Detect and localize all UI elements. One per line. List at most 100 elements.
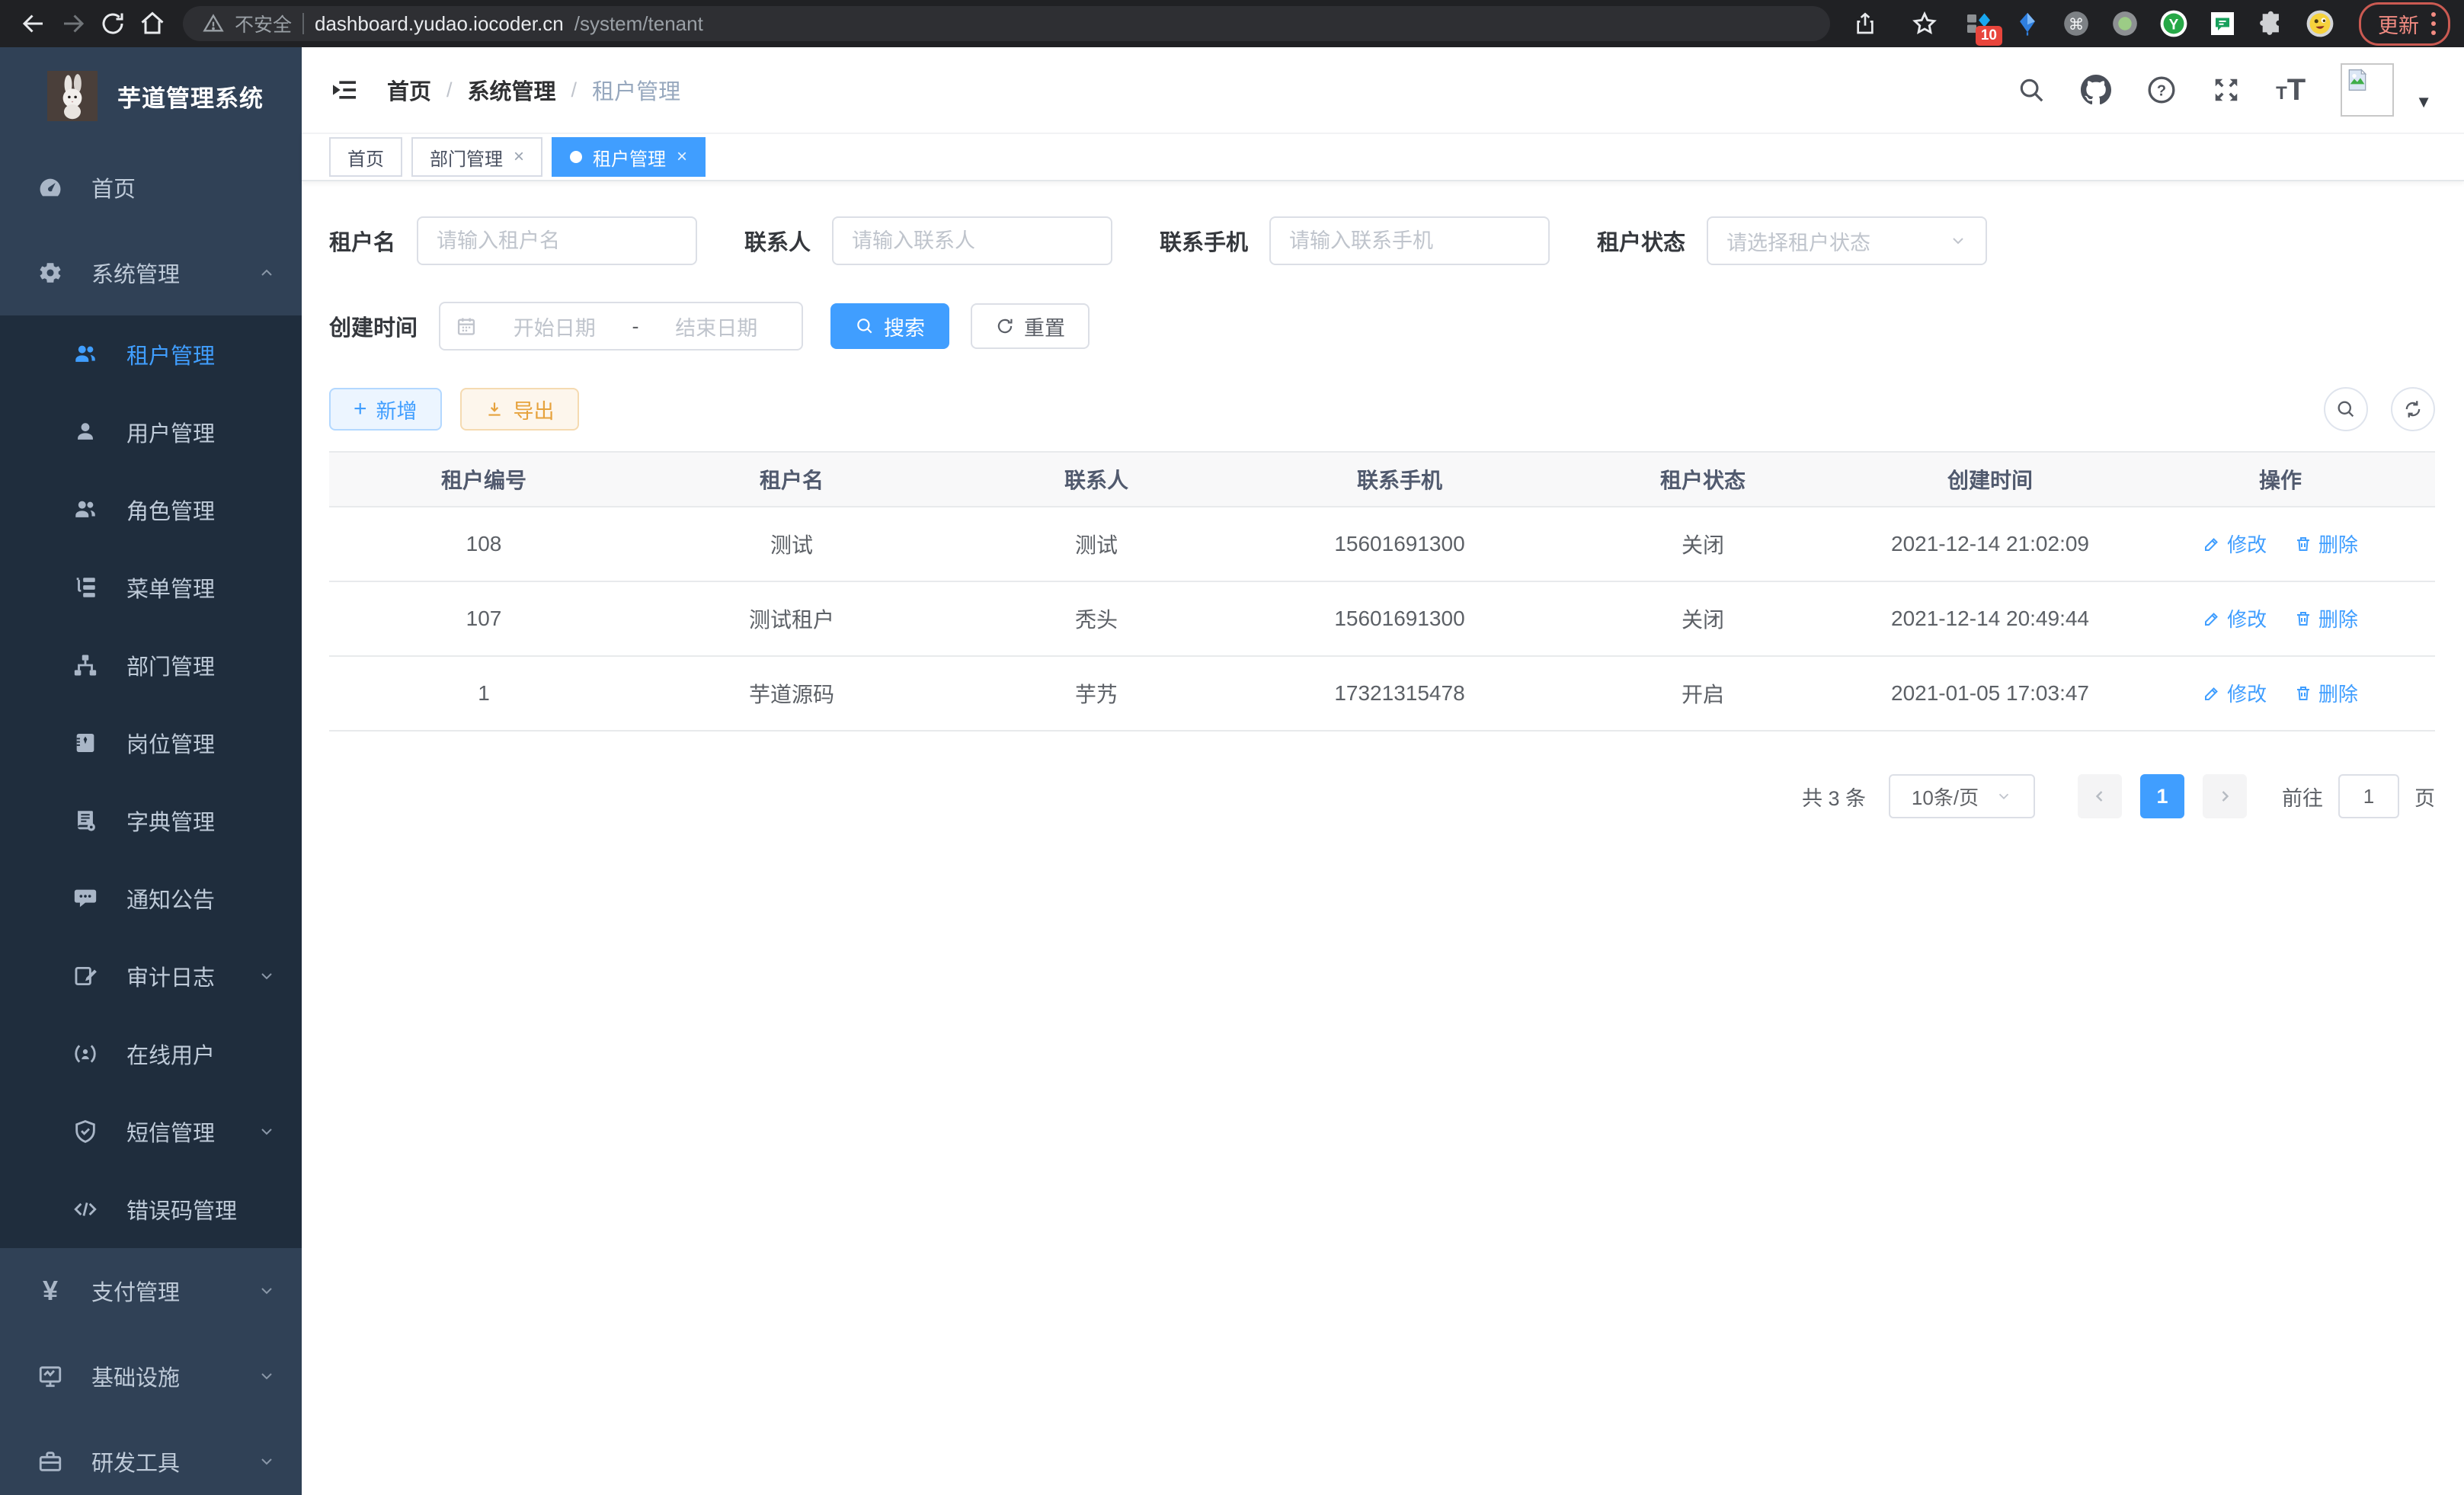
fullscreen-button[interactable] [2212,75,2241,104]
close-icon[interactable]: × [514,148,524,166]
goto-page-input[interactable] [2338,774,2399,818]
sidebar-item-audit-log[interactable]: 审计日志 [0,937,302,1015]
extension-icon-emoji[interactable] [2306,9,2334,38]
contact-input[interactable] [832,216,1112,265]
export-button[interactable]: 导出 [460,388,579,431]
share-icon [1853,11,1877,36]
app-logo-row[interactable]: 芋道管理系统 [0,47,302,145]
caret-down-icon[interactable]: ▼ [2415,92,2432,112]
prev-page-button[interactable] [2078,774,2122,818]
cell-tenant-name: 测试 [638,507,945,581]
sidebar-item-label: 字典管理 [126,805,276,837]
extension-icon-y-green[interactable]: Y [2159,9,2188,38]
breadcrumb-system[interactable]: 系统管理 [468,74,556,106]
help-button[interactable]: ? [2146,75,2177,105]
url-host: dashboard.yudao.iocoder.cn [315,12,564,36]
tab-home[interactable]: 首页 [329,137,402,177]
update-label: 更新 [2378,9,2419,39]
green-dot-icon [2110,9,2139,38]
extension-icon-chat[interactable] [2208,9,2237,38]
breadcrumb: 首页 / 系统管理 / 租户管理 [387,74,680,106]
refresh-table-button[interactable] [2391,387,2435,431]
font-size-button[interactable]: TT [2276,77,2306,103]
github-icon [2081,75,2111,105]
sidebar-item-label: 租户管理 [126,338,276,370]
edit-link[interactable]: 修改 [2203,530,2267,558]
sidebar-item-role[interactable]: 角色管理 [0,471,302,549]
shield-check-icon [70,1119,101,1144]
browser-reload-button[interactable] [93,4,133,43]
close-icon[interactable]: × [677,148,687,166]
sidebar-item-dev-tools[interactable]: 研发工具 [0,1419,302,1495]
tags-view-bar: 首页 部门管理 × 租户管理 × [302,133,2464,181]
browser-menu-icon[interactable] [2431,12,2440,35]
font-size-icon: T [2276,85,2287,103]
sidebar-item-system[interactable]: 系统管理 [0,230,302,315]
tab-tenant[interactable]: 租户管理 × [552,137,706,177]
status-select[interactable]: 请选择租户状态 [1707,216,1987,265]
browser-toolbar: 不安全 dashboard.yudao.iocoder.cn/system/te… [0,0,2464,47]
sidebar-item-user[interactable]: 用户管理 [0,393,302,471]
delete-link[interactable]: 删除 [2294,679,2358,707]
page-number-button[interactable]: 1 [2140,774,2184,818]
sidebar-item-menu[interactable]: 菜单管理 [0,549,302,626]
tenant-name-input[interactable] [417,216,697,265]
edit-link[interactable]: 修改 [2203,679,2267,707]
sidebar-item-infra[interactable]: 基础设施 [0,1333,302,1419]
extension-icon-tampermonkey[interactable]: 10 [1964,9,1993,38]
sidebar-item-post[interactable]: 岗位管理 [0,704,302,782]
plus-icon: + [354,398,367,421]
sidebar-item-label: 菜单管理 [126,571,276,603]
reset-button[interactable]: 重置 [971,303,1090,349]
cell-mobile: 17321315478 [1248,656,1551,731]
header-search-button[interactable] [2017,75,2046,104]
sidebar-item-online-users[interactable]: 在线用户 [0,1015,302,1093]
browser-share-button[interactable] [1845,4,1885,43]
browser-forward-button[interactable] [53,4,93,43]
page-size-select[interactable]: 10条/页 [1889,774,2035,818]
browser-update-button[interactable]: 更新 [2359,2,2450,46]
delete-link[interactable]: 删除 [2294,604,2358,632]
gear-icon [35,260,66,286]
browser-home-button[interactable] [133,4,172,43]
user-icon [70,419,101,445]
sidebar-item-error-code[interactable]: 错误码管理 [0,1170,302,1248]
delete-link[interactable]: 删除 [2294,530,2358,558]
sidebar-item-sms[interactable]: 短信管理 [0,1093,302,1170]
browser-back-button[interactable] [14,4,53,43]
avatar[interactable] [2341,63,2394,117]
next-page-button[interactable] [2203,774,2247,818]
page-size-value: 10条/页 [1912,783,1979,811]
sidebar-item-dict[interactable]: 字典管理 [0,782,302,860]
toggle-search-button[interactable] [2324,387,2368,431]
breadcrumb-home[interactable]: 首页 [387,74,431,106]
dictionary-icon [70,808,101,834]
address-bar[interactable]: 不安全 dashboard.yudao.iocoder.cn/system/te… [183,6,1830,41]
sidebar-item-home[interactable]: 首页 [0,145,302,230]
search-icon [2017,75,2046,104]
cell-status: 开启 [1551,656,1854,731]
sidebar-item-label: 首页 [91,171,276,203]
log-edit-icon [70,963,101,989]
github-link[interactable] [2081,75,2111,105]
pencil-icon [2203,535,2221,553]
search-button[interactable]: 搜索 [830,303,949,349]
tab-dept[interactable]: 部门管理 × [411,137,542,177]
sidebar-item-notice[interactable]: 通知公告 [0,860,302,937]
extension-icon-command[interactable]: ⌘ [2062,9,2091,38]
collapse-sidebar-button[interactable] [329,75,360,105]
browser-bookmark-button[interactable] [1905,4,1944,43]
create-time-range-picker[interactable]: 开始日期 - 结束日期 [439,302,803,351]
sidebar-item-pay[interactable]: ¥ 支付管理 [0,1248,302,1333]
edit-link[interactable]: 修改 [2203,604,2267,632]
sidebar-item-tenant[interactable]: 租户管理 [0,315,302,393]
cell-mobile: 15601691300 [1248,581,1551,656]
chevron-down-icon [1949,232,1967,250]
extension-icon-puzzle[interactable] [2257,9,2286,38]
extension-icon-green-dot[interactable] [2110,9,2139,38]
extension-icon-kite[interactable] [2013,9,2042,38]
add-button[interactable]: + 新增 [329,388,442,431]
mobile-input[interactable] [1269,216,1550,265]
command-key-icon: ⌘ [2062,9,2091,38]
sidebar-item-dept[interactable]: 部门管理 [0,626,302,704]
